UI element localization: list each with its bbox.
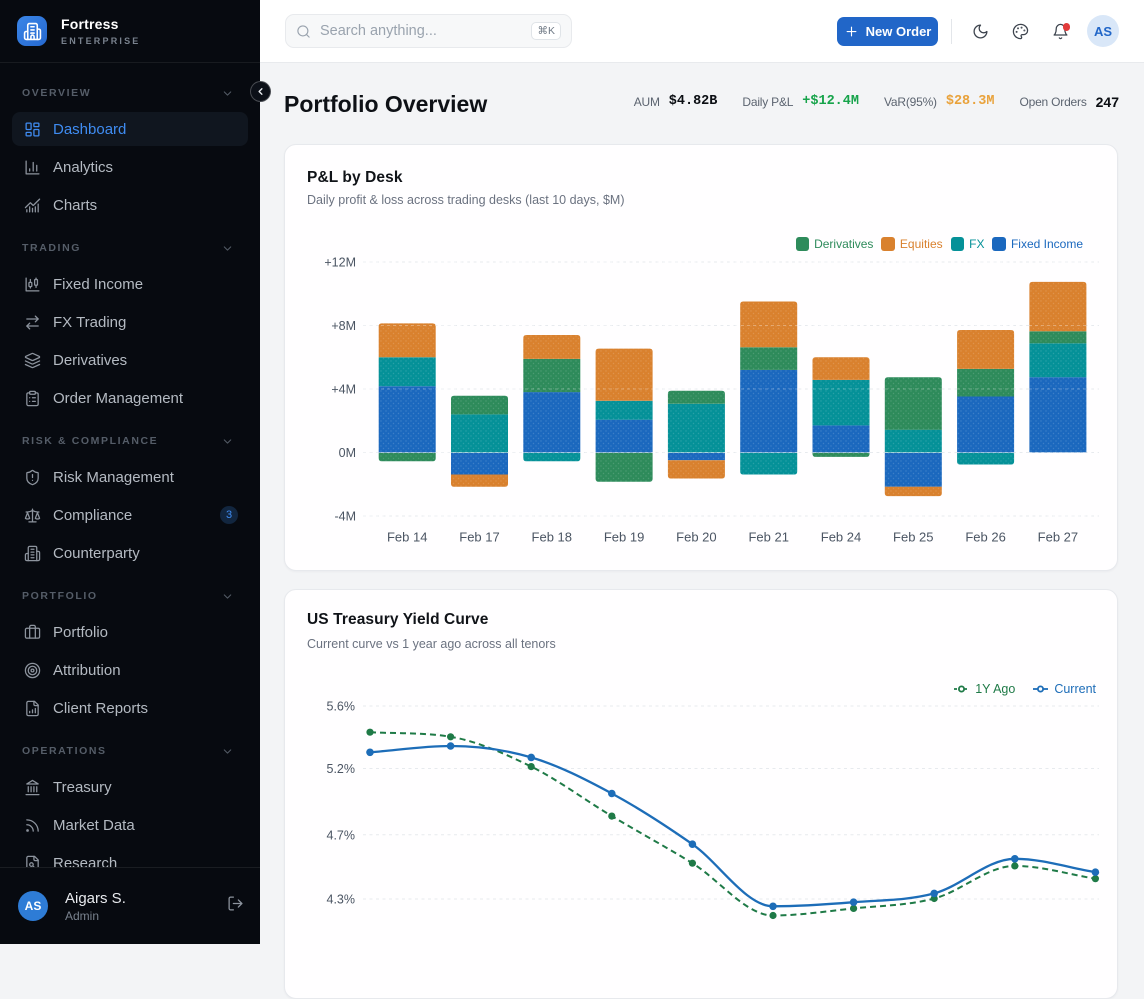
svg-text:Feb 25: Feb 25 [893, 530, 933, 545]
svg-text:Feb 24: Feb 24 [821, 530, 861, 545]
svg-text:4.7%: 4.7% [327, 828, 356, 842]
svg-text:+4M: +4M [331, 383, 356, 397]
svg-text:Feb 17: Feb 17 [459, 530, 499, 545]
svg-text:-4M: -4M [334, 510, 356, 524]
svg-text:Feb 27: Feb 27 [1038, 530, 1078, 545]
svg-text:Feb 18: Feb 18 [532, 530, 572, 545]
svg-text:5.6%: 5.6% [327, 700, 356, 714]
svg-text:Feb 14: Feb 14 [387, 530, 427, 545]
svg-text:0M: 0M [339, 446, 356, 460]
svg-text:+8M: +8M [331, 319, 356, 333]
svg-text:+12M: +12M [324, 256, 356, 270]
svg-text:Feb 26: Feb 26 [965, 530, 1005, 545]
svg-text:5.2%: 5.2% [327, 762, 356, 776]
svg-text:4.3%: 4.3% [327, 893, 356, 907]
svg-text:Feb 20: Feb 20 [676, 530, 716, 545]
svg-text:Feb 19: Feb 19 [604, 530, 644, 545]
svg-text:Feb 21: Feb 21 [748, 530, 788, 545]
